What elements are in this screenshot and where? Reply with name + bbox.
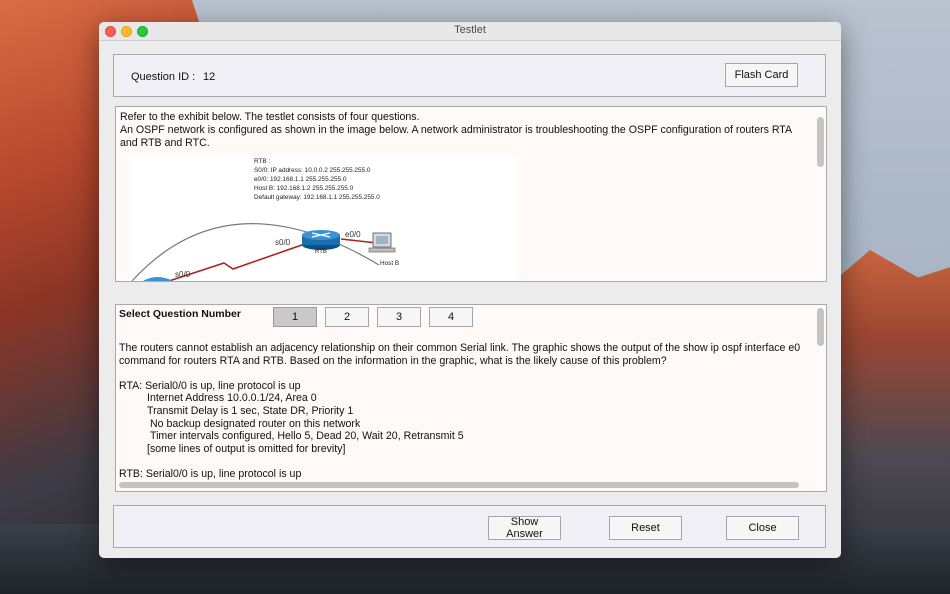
question-id-panel: Question ID : 12 Flash Card <box>113 54 826 97</box>
question-number-button-2[interactable]: 2 <box>325 307 369 327</box>
network-diagram: RTB : S0/0: IP address: 10.0.0.2 255.255… <box>129 155 519 281</box>
question-number-button-3[interactable]: 3 <box>377 307 421 327</box>
title-bar[interactable]: Testlet <box>99 22 841 41</box>
rtb-info-line: RTB : <box>254 158 270 165</box>
ethernet-link-icon <box>340 238 378 244</box>
exhibit-vertical-scrollbar[interactable] <box>817 117 824 167</box>
question-panel[interactable]: Select Question Number 1 2 3 4 The route… <box>115 304 827 492</box>
host-computer-icon <box>368 232 396 253</box>
question-number-button-4[interactable]: 4 <box>429 307 473 327</box>
serial-link-icon <box>168 238 320 281</box>
question-line: command for routers RTA and RTB. Based o… <box>119 354 667 367</box>
question-line: No backup designated router on this netw… <box>150 417 361 430</box>
exhibit-line: An OSPF network is configured as shown i… <box>120 124 792 149</box>
question-line: [some lines of output is omitted for bre… <box>147 442 346 455</box>
question-line: Internet Address 10.0.0.1/24, Area 0 <box>147 392 317 405</box>
question-number-button-1[interactable]: 1 <box>273 307 317 327</box>
interface-label: e0/0 <box>345 230 361 239</box>
host-label: Host B <box>380 260 399 267</box>
question-text: The routers cannot establish an adjacenc… <box>119 342 824 480</box>
interface-label: s0/0 <box>175 270 191 279</box>
question-line: Timer intervals configured, Hello 5, Dea… <box>150 430 464 443</box>
question-id-label: Question ID : <box>131 71 196 83</box>
flash-card-button[interactable]: Flash Card <box>725 63 798 87</box>
question-horizontal-scrollbar[interactable] <box>119 482 799 488</box>
partial-router-icon <box>143 277 173 281</box>
exhibit-line: Refer to the exhibit below. The testlet … <box>120 111 420 123</box>
question-id-value: 12 <box>203 71 216 83</box>
question-line: Transmit Delay is 1 sec, State DR, Prior… <box>147 404 354 417</box>
action-panel: Show Answer Reset Close <box>113 505 826 548</box>
window-title: Testlet <box>454 24 486 36</box>
rtb-info-line: S0/0: IP address: 10.0.0.2 255.255.255.0 <box>254 167 371 174</box>
network-diagram-svg: RTB : S0/0: IP address: 10.0.0.2 255.255… <box>131 158 399 281</box>
area-boundary-arc <box>131 223 380 281</box>
rtb-info-line: e0/0: 192.168.1.1 255.255.255.0 <box>254 176 347 183</box>
exhibit-text: Refer to the exhibit below. The testlet … <box>120 111 796 150</box>
show-answer-button[interactable]: Show Answer <box>488 516 561 540</box>
interface-label: s0/0 <box>275 238 291 247</box>
close-button[interactable]: Close <box>726 516 799 540</box>
exhibit-panel[interactable]: Refer to the exhibit below. The testlet … <box>115 106 827 282</box>
rtb-info-line: Host B: 192.168.1.2 255.255.255.0 <box>254 185 354 192</box>
router-label: RTB <box>315 249 327 255</box>
question-line: RTB: Serial0/0 is up, line protocol is u… <box>119 467 302 480</box>
reset-button[interactable]: Reset <box>609 516 682 540</box>
question-line <box>119 455 824 468</box>
question-line: RTA: Serial0/0 is up, line protocol is u… <box>119 379 301 392</box>
question-line: The routers cannot establish an adjacenc… <box>119 342 801 354</box>
select-question-label: Select Question Number <box>119 308 241 320</box>
question-line <box>119 367 824 380</box>
question-vertical-scrollbar[interactable] <box>817 308 824 346</box>
rtb-info-line: Default gateway: 192.168.1.1 255.255.255… <box>254 194 380 201</box>
testlet-window: Testlet Question ID : 12 Flash Card Refe… <box>99 22 841 558</box>
router-icon <box>302 230 340 250</box>
